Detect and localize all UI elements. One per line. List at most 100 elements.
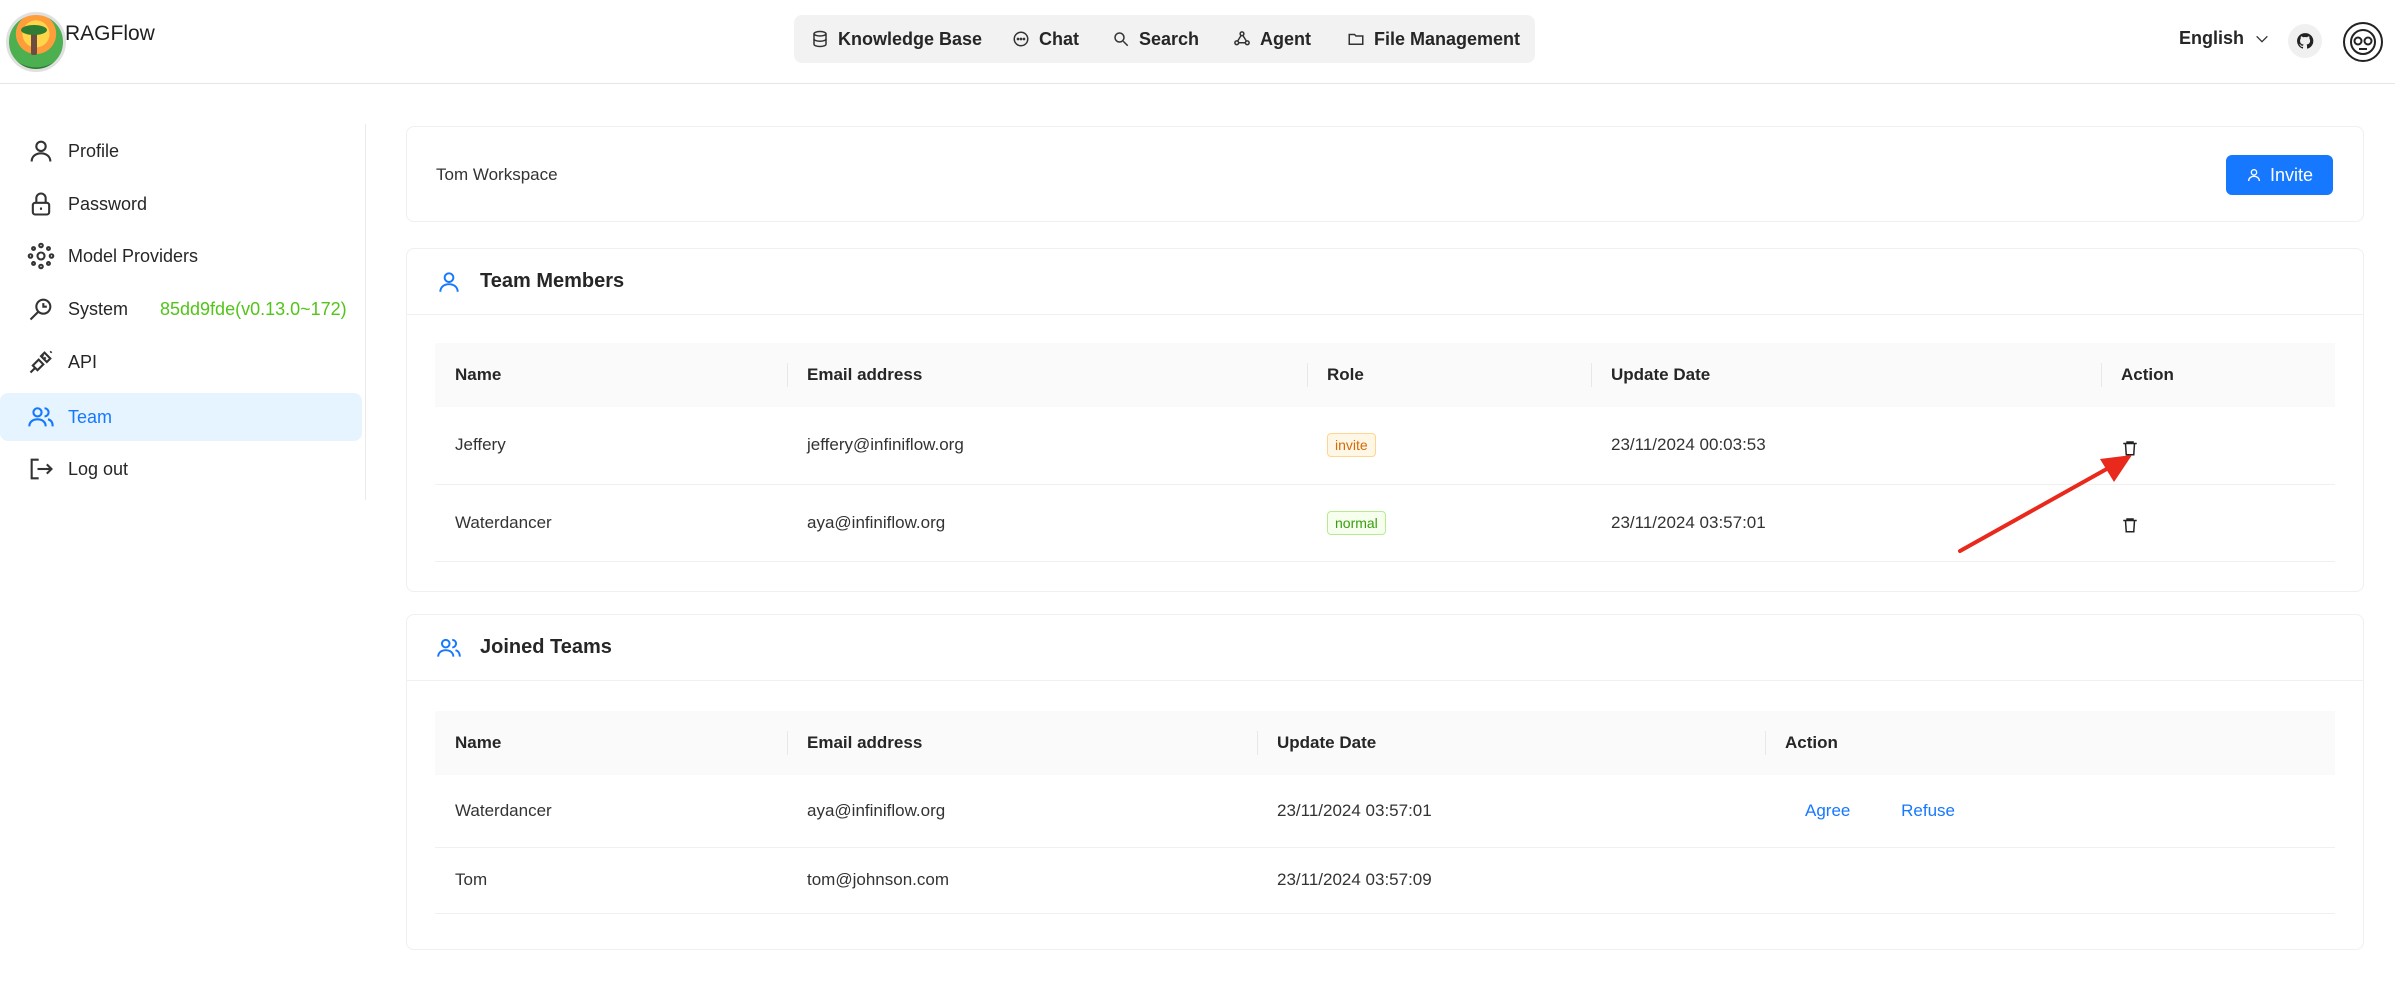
action-cell bbox=[2101, 407, 2335, 485]
joined-teams-table: Name Email address Update Date Action Wa… bbox=[435, 711, 2335, 914]
column-header[interactable]: Update Date bbox=[1591, 343, 2101, 407]
user-icon bbox=[30, 140, 52, 162]
sidebar-item-label: System bbox=[68, 298, 129, 319]
api-icon bbox=[29, 350, 53, 374]
team-update-date: 23/11/2024 03:57:09 bbox=[1257, 847, 1765, 914]
action-cell bbox=[1765, 847, 2335, 914]
team-members-header: Team Members bbox=[407, 249, 2363, 315]
team-email: aya@infiniflow.org bbox=[787, 775, 1257, 848]
table-header-row: Name Email address Update Date Action bbox=[435, 711, 2335, 775]
member-name: Waterdancer bbox=[435, 484, 787, 562]
role-badge: invite bbox=[1327, 433, 1376, 458]
joined-teams-card: Joined Teams Name Email address Update D… bbox=[406, 614, 2364, 950]
database-icon bbox=[813, 30, 827, 48]
invite-label: Invite bbox=[2269, 164, 2314, 185]
delete-icon[interactable] bbox=[2121, 516, 2139, 534]
member-name: Jeffery bbox=[435, 407, 787, 485]
team-members-card: Team Members Name Email address Role Upd… bbox=[406, 248, 2364, 592]
nav-agent[interactable]: Agent bbox=[1233, 15, 1311, 63]
agree-link[interactable]: Agree bbox=[1805, 801, 1850, 820]
team-email: tom@johnson.com bbox=[787, 847, 1257, 914]
language-select[interactable]: English bbox=[2179, 28, 2270, 49]
table-header-row: Name Email address Role Update Date Acti… bbox=[435, 343, 2335, 407]
sidebar-item-profile[interactable]: Profile bbox=[0, 127, 362, 175]
sidebar-item-label: Log out bbox=[68, 458, 129, 479]
sidebar-item-api[interactable]: API bbox=[0, 338, 362, 386]
sidebar-item-label: Model Providers bbox=[68, 245, 199, 266]
team-name: Tom bbox=[435, 847, 787, 914]
search-icon bbox=[1114, 32, 1129, 47]
user-avatar[interactable] bbox=[2343, 22, 2383, 62]
table-row: Waterdancer aya@infiniflow.org 23/11/202… bbox=[435, 775, 2335, 848]
sidebar-item-model-providers[interactable]: Model Providers bbox=[0, 232, 362, 280]
nav-label: Chat bbox=[1039, 28, 1079, 49]
joined-teams-title: Joined Teams bbox=[480, 636, 612, 658]
nav-label: Agent bbox=[1260, 28, 1311, 49]
member-update-date: 23/11/2024 03:57:01 bbox=[1591, 484, 2101, 562]
action-cell: Agree Refuse bbox=[1765, 775, 2335, 848]
agent-icon bbox=[1234, 31, 1250, 46]
column-header[interactable]: Action bbox=[1765, 711, 2335, 775]
column-header[interactable]: Action bbox=[2101, 343, 2335, 407]
sidebar-item-label: Password bbox=[68, 193, 148, 214]
nav-label: Search bbox=[1139, 28, 1200, 49]
user-add-icon bbox=[2247, 169, 2260, 182]
column-header[interactable]: Email address bbox=[787, 711, 1257, 775]
lock-icon bbox=[31, 192, 51, 216]
chat-icon bbox=[1013, 31, 1029, 47]
refuse-link[interactable]: Refuse bbox=[1901, 801, 1955, 820]
sidebar-item-label: Profile bbox=[68, 140, 120, 161]
team-members-table: Name Email address Role Update Date Acti… bbox=[435, 343, 2335, 562]
invite-button[interactable]: Invite bbox=[2226, 155, 2333, 195]
member-email: aya@infiniflow.org bbox=[787, 484, 1307, 562]
column-header[interactable]: Email address bbox=[787, 343, 1307, 407]
nav-label: Knowledge Base bbox=[838, 28, 983, 49]
workspace-card: Tom Workspace Invite bbox=[406, 126, 2364, 222]
top-header: RAGFlow Knowledge Base Chat Search Agent… bbox=[0, 0, 2395, 84]
sidebar-item-team[interactable]: Team bbox=[0, 393, 362, 441]
sidebar-item-system[interactable]: System 85dd9fde(v0.13.0~172) bbox=[0, 285, 362, 333]
team-update-date: 23/11/2024 03:57:01 bbox=[1257, 775, 1765, 848]
table-row: Jeffery jeffery@infiniflow.org invite 23… bbox=[435, 407, 2335, 485]
nav-knowledge-base[interactable]: Knowledge Base bbox=[811, 15, 982, 63]
sidebar-item-password[interactable]: Password bbox=[0, 180, 362, 228]
system-version: 85dd9fde(v0.13.0~172) bbox=[160, 298, 347, 319]
team-icon bbox=[437, 638, 461, 657]
avatar-icon bbox=[2350, 29, 2376, 55]
nav-label: File Management bbox=[1374, 28, 1521, 49]
joined-teams-header: Joined Teams bbox=[407, 615, 2363, 681]
team-members-title: Team Members bbox=[480, 270, 625, 292]
system-icon bbox=[29, 298, 52, 321]
settings-sidebar: Profile Password Model Providers System … bbox=[0, 124, 366, 500]
ragflow-logo[interactable] bbox=[6, 12, 66, 72]
role-cell: invite bbox=[1307, 407, 1591, 485]
member-email: jeffery@infiniflow.org bbox=[787, 407, 1307, 485]
action-cell bbox=[2101, 484, 2335, 562]
column-header[interactable]: Name bbox=[435, 711, 787, 775]
column-header[interactable]: Role bbox=[1307, 343, 1591, 407]
folder-icon bbox=[1348, 33, 1364, 45]
column-header[interactable]: Update Date bbox=[1257, 711, 1765, 775]
model-icon bbox=[27, 242, 55, 270]
role-badge: normal bbox=[1327, 510, 1386, 535]
nav-chat[interactable]: Chat bbox=[1012, 15, 1079, 63]
sidebar-item-label: Team bbox=[68, 406, 113, 427]
chevron-down-icon bbox=[2256, 35, 2268, 43]
app-name: RAGFlow bbox=[65, 22, 155, 45]
table-row: Tom tom@johnson.com 23/11/2024 03:57:09 bbox=[435, 847, 2335, 914]
team-icon bbox=[28, 407, 54, 427]
sidebar-item-label: API bbox=[68, 351, 98, 372]
main-nav: Knowledge Base Chat Search Agent File Ma… bbox=[794, 15, 1535, 63]
sidebar-item-logout[interactable]: Log out bbox=[0, 445, 362, 493]
nav-search[interactable]: Search bbox=[1112, 15, 1199, 63]
user-icon bbox=[439, 271, 459, 292]
logout-icon bbox=[30, 458, 53, 480]
table-row: Waterdancer aya@infiniflow.org normal 23… bbox=[435, 484, 2335, 562]
role-cell: normal bbox=[1307, 484, 1591, 562]
member-update-date: 23/11/2024 00:03:53 bbox=[1591, 407, 2101, 485]
workspace-title: Tom Workspace bbox=[436, 165, 558, 184]
nav-file-management[interactable]: File Management bbox=[1347, 15, 1520, 63]
column-header[interactable]: Name bbox=[435, 343, 787, 407]
github-button[interactable] bbox=[2288, 24, 2322, 58]
delete-icon[interactable] bbox=[2121, 439, 2139, 457]
